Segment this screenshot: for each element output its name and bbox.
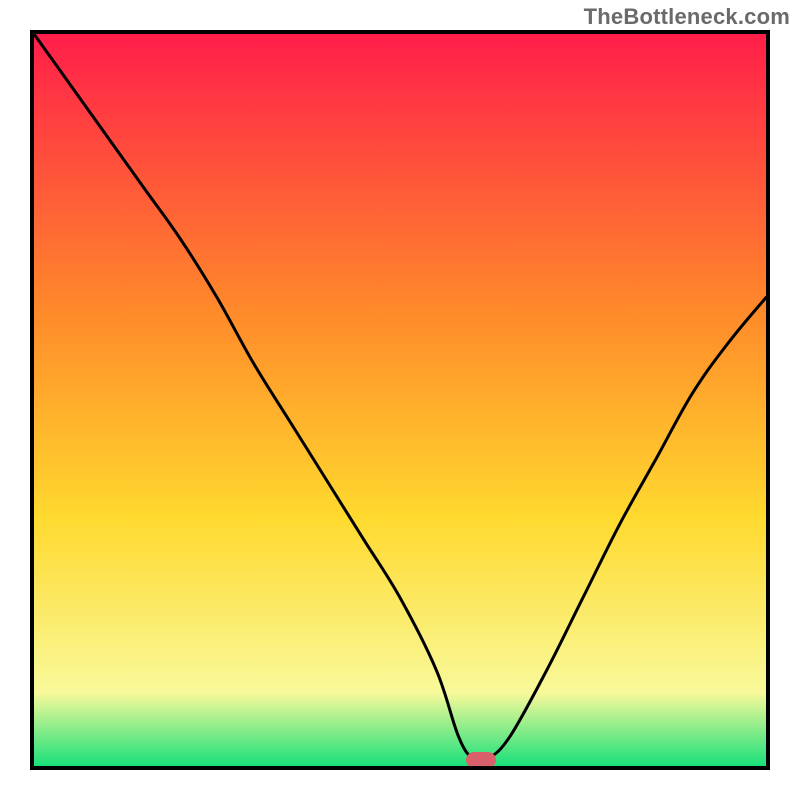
chart-svg <box>34 34 766 766</box>
chart-stage: TheBottleneck.com <box>0 0 800 800</box>
optimal-marker <box>466 752 496 768</box>
plot-frame <box>30 30 770 770</box>
gradient-background <box>34 34 766 766</box>
plot-inner <box>34 34 766 766</box>
watermark-text: TheBottleneck.com <box>584 4 790 30</box>
